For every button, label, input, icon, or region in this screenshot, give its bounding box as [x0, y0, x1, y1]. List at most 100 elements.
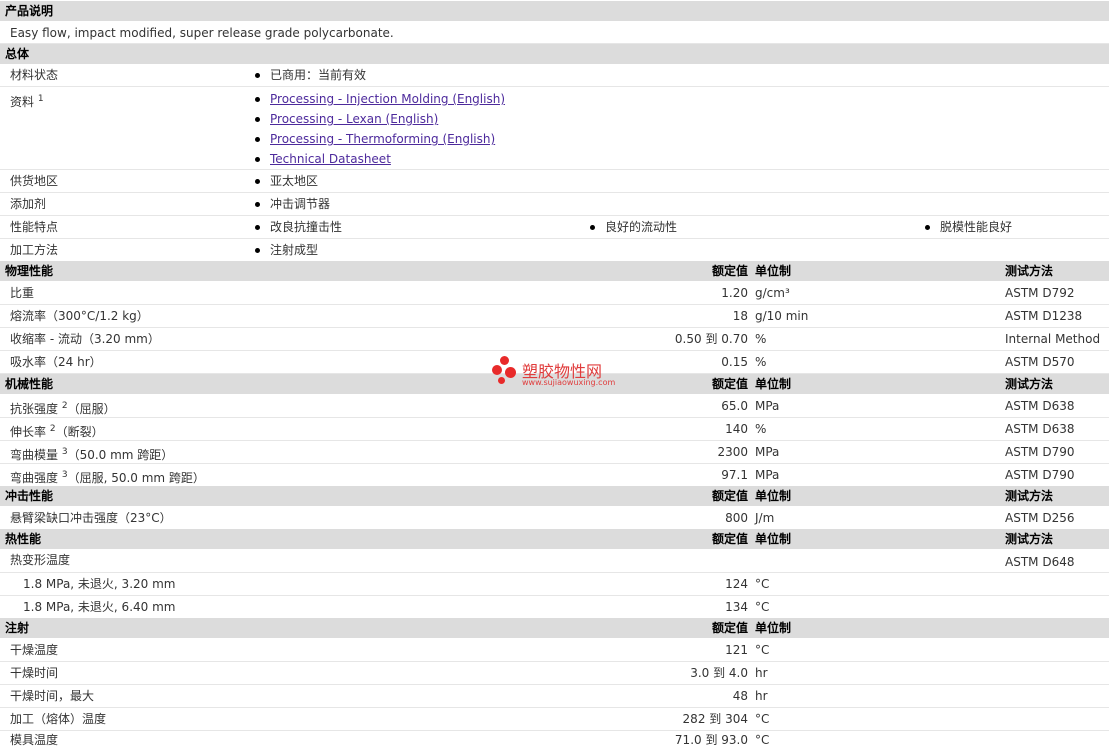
row-label: 加工方法 — [10, 243, 59, 257]
bullet-icon — [255, 225, 260, 230]
row-value: 65.0 — [721, 399, 748, 413]
table-row: 加工（熔体）温度 282 到 304 °C — [0, 708, 1109, 731]
row-value: 282 到 304 — [682, 712, 748, 726]
doc-link-technical-datasheet[interactable]: Technical Datasheet — [270, 152, 391, 166]
row-label: 性能特点 — [10, 220, 59, 234]
row-method: ASTM D638 — [1005, 399, 1075, 413]
bullet-icon — [255, 137, 260, 142]
row-value: 134 — [725, 600, 748, 614]
row-value: 0.50 到 0.70 — [674, 332, 748, 346]
row-label: 熔流率（300°C/1.2 kg） — [10, 309, 149, 323]
bullet-item: 良好的流动性 — [590, 216, 677, 239]
section-title: 注射 — [5, 621, 30, 635]
row-label: 资料 1 — [10, 94, 44, 109]
row-label: 干燥温度 — [10, 643, 59, 657]
col-header-unit: 单位制 — [755, 532, 792, 546]
watermark-url: www.sujiaowuxing.com — [522, 378, 616, 387]
row-value: 0.15 — [721, 355, 748, 369]
table-row: 伸长率 2（断裂） 140 % ASTM D638 — [0, 418, 1109, 441]
row-method: ASTM D792 — [1005, 286, 1075, 300]
row-unit: J/m — [755, 511, 775, 525]
col-header-method: 测试方法 — [1005, 489, 1054, 503]
col-header-unit: 单位制 — [755, 377, 792, 391]
row-label: 干燥时间 — [10, 666, 59, 680]
bullet-icon — [925, 225, 930, 230]
table-row: 收缩率 - 流动（3.20 mm） 0.50 到 0.70 % Internal… — [0, 328, 1109, 351]
bullet-item: 亚太地区 — [255, 170, 318, 193]
row-value: 2300 — [717, 445, 748, 459]
section-header-description: 产品说明 — [0, 1, 1109, 21]
row-unit: g/cm³ — [755, 286, 790, 300]
row-unit: % — [755, 422, 767, 436]
row-method: ASTM D638 — [1005, 422, 1075, 436]
row-unit: °C — [755, 643, 770, 657]
doc-link-lexan[interactable]: Processing - Lexan (English) — [270, 112, 438, 126]
table-row: 悬臂梁缺口冲击强度（23°C） 800 J/m ASTM D256 — [0, 507, 1109, 530]
bullet-icon — [590, 225, 595, 230]
table-row: 比重 1.20 g/cm³ ASTM D792 — [0, 282, 1109, 305]
section-title: 机械性能 — [5, 377, 54, 391]
logo-dot — [500, 356, 509, 365]
bullet-item: 注射成型 — [255, 239, 318, 262]
section-title: 总体 — [5, 47, 30, 61]
doc-link-item: Technical Datasheet — [255, 152, 391, 166]
section-header-thermal: 热性能 额定值 单位制 测试方法 — [0, 529, 1109, 549]
row-unit: MPa — [755, 399, 780, 413]
bullet-icon — [255, 117, 260, 122]
row-label: 供货地区 — [10, 174, 59, 188]
row-unit: g/10 min — [755, 309, 809, 323]
row-label: 热变形温度 — [10, 553, 71, 567]
row-value: 18 — [732, 309, 748, 323]
section-header-general: 总体 — [0, 44, 1109, 64]
row-method: ASTM D790 — [1005, 445, 1075, 459]
row-method: ASTM D790 — [1005, 468, 1075, 482]
col-header-method: 测试方法 — [1005, 377, 1054, 391]
row-method: ASTM D570 — [1005, 355, 1075, 369]
doc-link-item: Processing - Thermoforming (English) — [255, 132, 495, 146]
row-label: 干燥时间，最大 — [10, 689, 95, 703]
logo-dot — [498, 377, 505, 384]
col-header-nominal: 额定值 — [711, 377, 748, 391]
section-title: 热性能 — [5, 532, 42, 546]
row-unit: MPa — [755, 445, 780, 459]
row-value: 140 — [725, 422, 748, 436]
row-method: Internal Method — [1005, 332, 1101, 346]
features-row: 性能特点 改良抗撞击性 良好的流动性 脱模性能良好 — [0, 216, 1109, 239]
bullet-icon — [255, 97, 260, 102]
row-unit: °C — [755, 733, 770, 747]
section-title: 产品说明 — [5, 4, 54, 18]
description-text: Easy flow, impact modified, super releas… — [10, 26, 394, 40]
table-row: 干燥时间，最大 48 hr — [0, 685, 1109, 708]
bullet-icon — [255, 73, 260, 78]
doc-link-thermoforming[interactable]: Processing - Thermoforming (English) — [270, 132, 495, 146]
bullet-icon — [255, 202, 260, 207]
col-header-nominal: 额定值 — [711, 489, 748, 503]
row-value: 1.20 — [721, 286, 748, 300]
region-row: 供货地区 亚太地区 — [0, 170, 1109, 193]
section-title: 冲击性能 — [5, 489, 54, 503]
table-row: 干燥时间 3.0 到 4.0 hr — [0, 662, 1109, 685]
row-label: 添加剂 — [10, 197, 47, 211]
row-value: 121 — [725, 643, 748, 657]
row-value: 3.0 到 4.0 — [690, 666, 748, 680]
bullet-icon — [255, 157, 260, 162]
row-label: 收缩率 - 流动（3.20 mm） — [10, 332, 160, 346]
table-row: 抗张强度 2（屈服） 65.0 MPa ASTM D638 — [0, 395, 1109, 418]
row-label: 比重 — [10, 286, 35, 300]
row-unit: °C — [755, 577, 770, 591]
col-header-unit: 单位制 — [755, 621, 792, 635]
col-header-method: 测试方法 — [1005, 532, 1054, 546]
table-row: 模具温度 71.0 到 93.0 °C — [0, 731, 1109, 750]
table-row: 弯曲模量 3（50.0 mm 跨距） 2300 MPa ASTM D790 — [0, 441, 1109, 464]
doc-link-item: Processing - Injection Molding (English) — [255, 92, 505, 106]
doc-link-injection-molding[interactable]: Processing - Injection Molding (English) — [270, 92, 505, 106]
table-row: 弯曲强度 3（屈服, 50.0 mm 跨距） 97.1 MPa ASTM D79… — [0, 464, 1109, 487]
col-header-method: 测试方法 — [1005, 264, 1054, 278]
col-header-nominal: 额定值 — [711, 621, 748, 635]
docs-row: 资料 1 Processing - Injection Molding (Eng… — [0, 87, 1109, 170]
row-method: ASTM D1238 — [1005, 309, 1083, 323]
row-label: 加工（熔体）温度 — [10, 712, 107, 726]
table-row: 熔流率（300°C/1.2 kg） 18 g/10 min ASTM D1238 — [0, 305, 1109, 328]
bullet-item: 改良抗撞击性 — [255, 216, 342, 239]
doc-link-item: Processing - Lexan (English) — [255, 112, 438, 126]
